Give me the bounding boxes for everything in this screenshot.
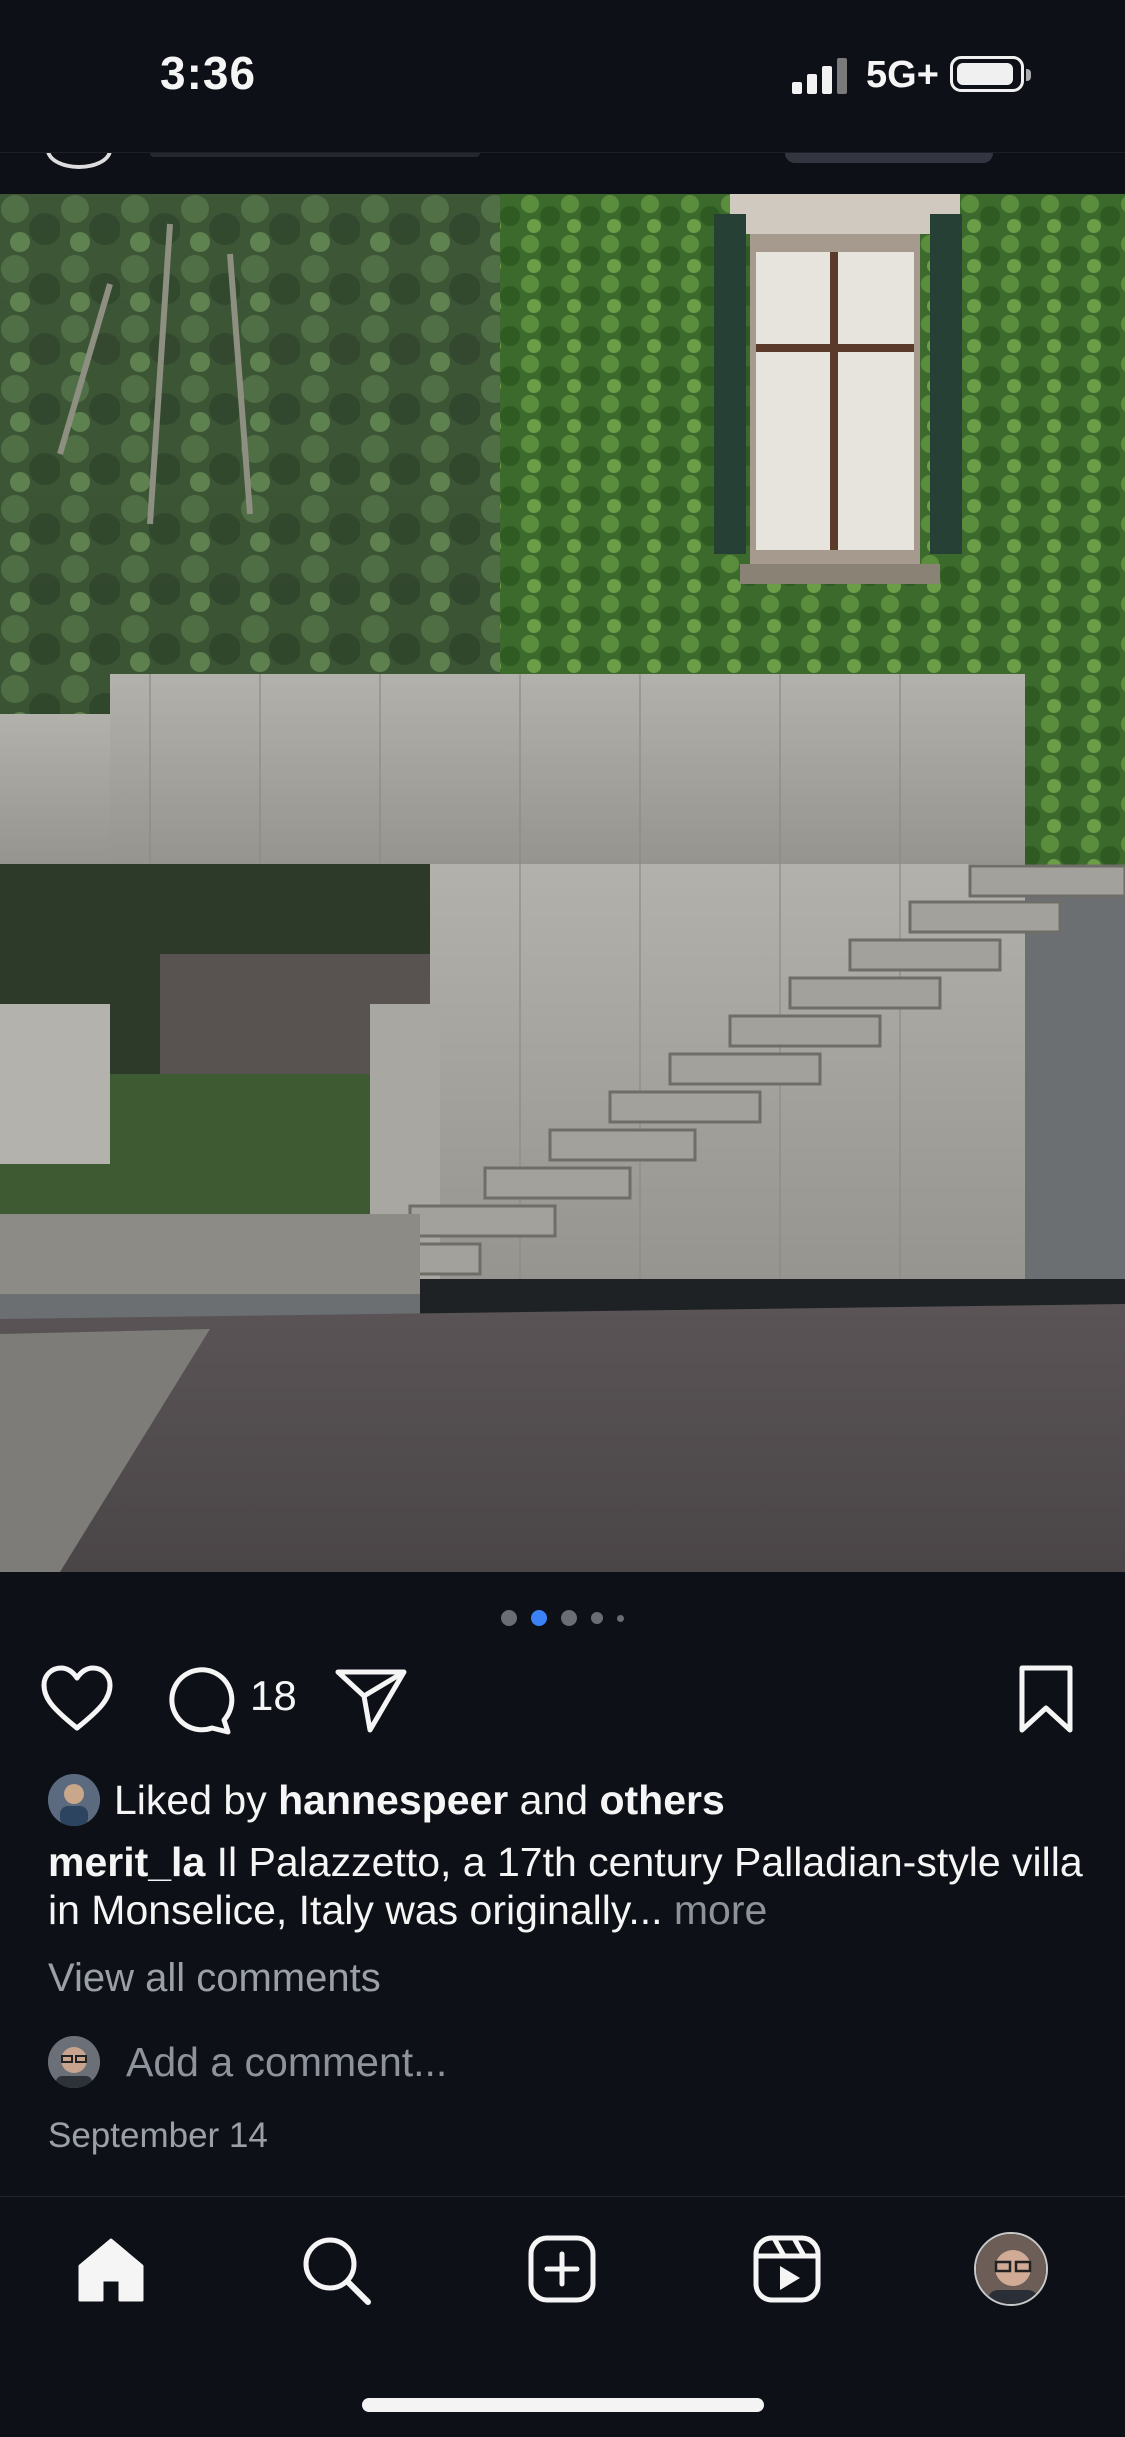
carousel-dot-active [531,1610,547,1626]
carousel-dot [501,1610,517,1626]
profile-avatar[interactable] [974,2232,1048,2306]
home-icon[interactable] [76,2236,146,2306]
battery-icon [950,56,1031,92]
likes-summary[interactable]: Liked by hannespeer and others [48,1772,725,1828]
post-caption: merit_la Il Palazzetto, a 17th century P… [48,1838,1088,1934]
search-icon[interactable] [300,2234,372,2306]
view-all-comments-link[interactable]: View all comments [48,1956,381,2001]
carousel-dot [561,1610,577,1626]
likes-prefix: Liked by [114,1776,279,1823]
liker-username[interactable]: hannespeer [278,1777,508,1824]
save-icon[interactable] [1016,1664,1076,1736]
comment-count[interactable]: 18 [250,1672,297,1720]
home-indicator [362,2398,764,2412]
post-header[interactable] [0,152,1125,195]
current-user-avatar [48,2036,100,2088]
create-icon[interactable] [527,2234,597,2304]
follow-button[interactable] [785,153,993,163]
likes-middle: and [508,1776,600,1823]
carousel-dot [591,1612,603,1624]
post-photo[interactable] [0,194,1125,1572]
status-time: 3:36 [160,47,257,99]
carousel-indicator [0,1608,1125,1628]
carousel-dot [617,1614,624,1622]
caption-more-link[interactable]: more [663,1887,767,1933]
post-author-avatar[interactable] [46,153,112,169]
add-comment-input[interactable]: Add a comment... [126,2039,447,2086]
likes-others-link[interactable]: others [599,1777,724,1824]
caption-username[interactable]: merit_la [48,1839,205,1885]
caption-ellipsis: ... [628,1887,663,1933]
network-type: 5G+ [866,54,939,96]
post-date: September 14 [48,2116,268,2155]
post-author-subtitle [150,153,480,157]
add-comment-row[interactable]: Add a comment... [48,2034,447,2090]
reels-icon[interactable] [752,2234,822,2304]
liker-avatar[interactable] [48,1774,100,1826]
comment-icon[interactable] [162,1664,236,1738]
signal-icon [792,58,847,94]
like-icon[interactable] [40,1664,114,1734]
share-icon[interactable] [334,1666,408,1736]
